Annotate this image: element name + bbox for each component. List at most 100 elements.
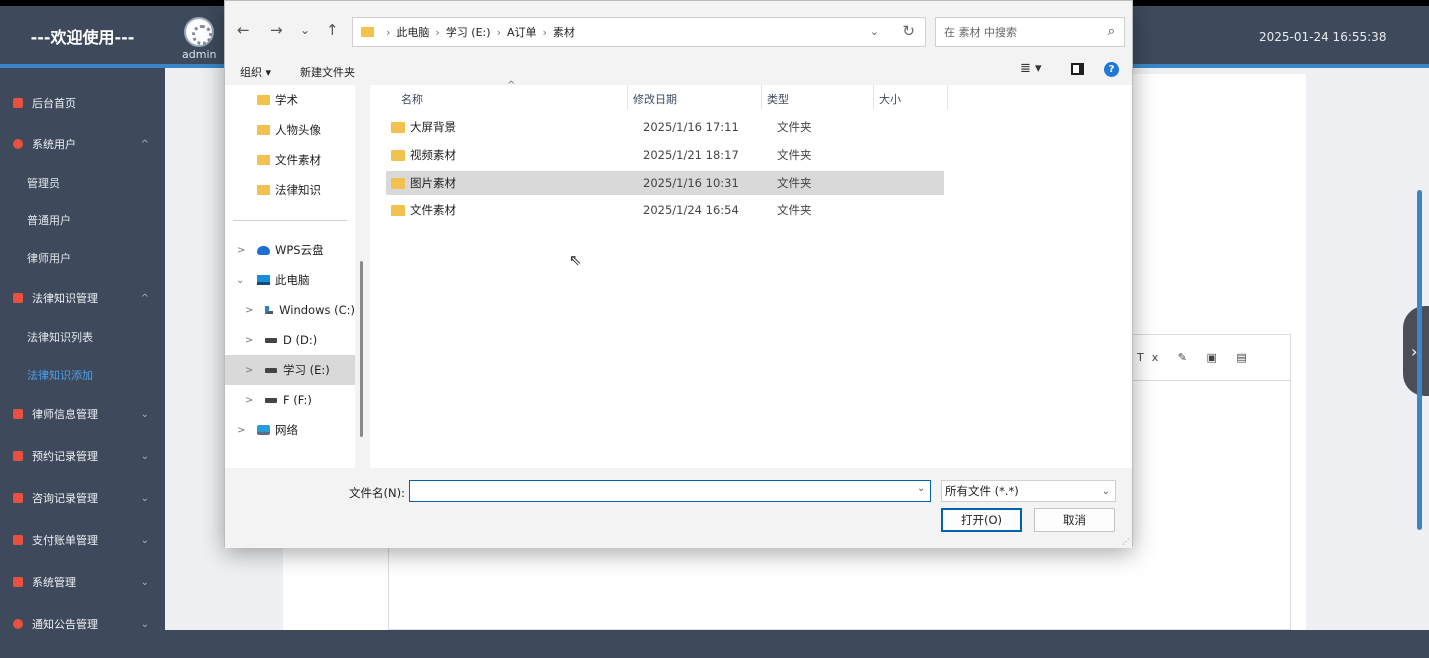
- search-icon[interactable]: ⌕: [1108, 24, 1115, 39]
- nav-item-law-knowledge[interactable]: 法律知识: [225, 177, 355, 203]
- filename-label: 文件名(N):: [349, 486, 405, 500]
- organize-button[interactable]: 组织 ▾: [240, 64, 271, 80]
- sidebar-item-system[interactable]: 系统管理 ⌄: [0, 565, 165, 599]
- column-divider[interactable]: [947, 85, 948, 109]
- column-divider[interactable]: [627, 85, 628, 109]
- chevron-down-icon[interactable]: ⌄: [917, 483, 925, 494]
- preview-pane-icon[interactable]: [1071, 63, 1084, 75]
- page-scrollbar[interactable]: [1417, 190, 1422, 530]
- expand-arrow-icon[interactable]: >: [245, 335, 253, 346]
- expand-arrow-icon[interactable]: >: [237, 245, 245, 256]
- bar-chart-icon: [13, 577, 23, 587]
- sidebar-item-label: 系统管理: [32, 576, 76, 589]
- forward-button[interactable]: →: [270, 21, 283, 39]
- chevron-down-icon[interactable]: ⌄: [870, 25, 879, 38]
- file-row[interactable]: 大屏背景 2025/1/16 17:11 文件夹: [386, 115, 944, 139]
- back-button[interactable]: ←: [237, 21, 250, 39]
- breadcrumb-drive-e[interactable]: 学习 (E:): [446, 24, 491, 40]
- collapse-arrow-icon[interactable]: ⌄: [236, 275, 244, 286]
- sidebar-item-normal-users[interactable]: 普通用户: [0, 203, 165, 237]
- sidebar-item-appointments[interactable]: 预约记录管理 ⌄: [0, 439, 165, 473]
- nav-item-academic[interactable]: 学术: [225, 87, 355, 113]
- nav-item-wps-cloud[interactable]: > WPS云盘: [225, 237, 355, 263]
- sidebar-item-system-users[interactable]: 系统用户 ^: [0, 127, 165, 161]
- side-expand-tab[interactable]: ›: [1403, 306, 1429, 396]
- breadcrumb-separator: ›: [542, 25, 547, 39]
- nav-item-label: 学术: [275, 93, 298, 107]
- file-type: 文件夹: [777, 148, 812, 162]
- column-header-type[interactable]: 类型: [767, 91, 789, 107]
- column-divider[interactable]: [873, 85, 874, 109]
- view-options-button[interactable]: ≣ ▾: [1020, 61, 1042, 76]
- recent-locations-button[interactable]: ⌄: [300, 23, 310, 37]
- sidebar-item-admins[interactable]: 管理员: [0, 166, 165, 200]
- avatar[interactable]: [184, 17, 214, 47]
- nav-item-drive-d[interactable]: > D (D:): [225, 327, 355, 353]
- sidebar-item-lawyer-info[interactable]: 律师信息管理 ⌄: [0, 397, 165, 431]
- nav-item-label: D (D:): [283, 333, 318, 347]
- expand-arrow-icon[interactable]: >: [245, 365, 253, 376]
- nav-pane-scrollbar[interactable]: [360, 261, 363, 437]
- bottom-strip: [0, 630, 1429, 658]
- file-open-dialog: ← → ⌄ ↑ › 此电脑 › 学习 (E:) › A订单 › 素材 ⌄ ↻ 在…: [224, 0, 1133, 548]
- nav-item-network[interactable]: > 网络: [225, 417, 355, 443]
- cancel-button[interactable]: 取消: [1034, 508, 1115, 532]
- file-type: 文件夹: [777, 203, 812, 217]
- address-bar[interactable]: › 此电脑 › 学习 (E:) › A订单 › 素材 ⌄ ↻: [352, 17, 926, 47]
- chart-icon: [13, 451, 23, 461]
- folder-icon: [257, 95, 270, 105]
- nav-item-drive-c[interactable]: > Windows (C:): [225, 297, 355, 323]
- column-header-name[interactable]: 名称: [401, 91, 423, 107]
- filename-input[interactable]: [409, 480, 931, 502]
- breadcrumb-orders[interactable]: A订单: [507, 24, 537, 40]
- sidebar-item-label: 普通用户: [27, 214, 71, 227]
- open-button[interactable]: 打开(O): [941, 508, 1022, 532]
- nav-item-file-materials[interactable]: 文件素材: [225, 147, 355, 173]
- up-button[interactable]: ↑: [326, 21, 339, 39]
- expand-arrow-icon[interactable]: >: [237, 425, 245, 436]
- help-icon[interactable]: ?: [1104, 62, 1119, 77]
- refresh-icon[interactable]: ↻: [902, 22, 915, 40]
- folder-icon: [257, 185, 270, 195]
- nav-item-this-pc[interactable]: ⌄ 此电脑: [225, 267, 355, 293]
- chevron-down-icon: ⌄: [140, 576, 149, 588]
- sidebar-item-label: 法律知识管理: [32, 292, 98, 305]
- breadcrumb-this-pc[interactable]: 此电脑: [396, 24, 429, 40]
- folder-icon: [391, 177, 405, 189]
- sidebar-item-payments[interactable]: 支付账单管理 ⌄: [0, 523, 165, 557]
- sidebar-item-label: 支付账单管理: [32, 534, 98, 547]
- sidebar-item-home[interactable]: 后台首页: [0, 86, 165, 120]
- sidebar-item-law-knowledge[interactable]: 法律知识管理 ^: [0, 281, 165, 315]
- chevron-down-icon: ⌄: [140, 618, 149, 630]
- dialog-toolbar: 组织 ▾ 新建文件夹 ≣ ▾ ?: [225, 59, 1132, 83]
- mouse-cursor-icon: ⇖: [569, 251, 582, 269]
- sidebar-item-law-knowledge-add[interactable]: 法律知识添加: [0, 358, 165, 392]
- nav-item-label: 法律知识: [275, 183, 321, 197]
- column-header-size[interactable]: 大小: [879, 91, 901, 107]
- nav-item-avatars[interactable]: 人物头像: [225, 117, 355, 143]
- sidebar-item-consultations[interactable]: 咨询记录管理 ⌄: [0, 481, 165, 515]
- column-header-date[interactable]: 修改日期: [633, 91, 677, 107]
- nav-item-label: 学习 (E:): [283, 363, 330, 377]
- sidebar-item-law-knowledge-list[interactable]: 法律知识列表: [0, 320, 165, 354]
- file-row[interactable]: 图片素材 2025/1/16 10:31 文件夹: [386, 171, 944, 195]
- file-row[interactable]: 视频素材 2025/1/21 18:17 文件夹: [386, 143, 944, 167]
- new-folder-button[interactable]: 新建文件夹: [300, 64, 355, 80]
- editor-toolbar-icons[interactable]: Tx ✎ ▣ ▤: [1137, 351, 1255, 364]
- search-placeholder: 在 素材 中搜索: [944, 26, 1017, 39]
- folder-icon: [391, 121, 405, 133]
- network-icon: [257, 425, 270, 435]
- breadcrumb-materials[interactable]: 素材: [553, 24, 575, 40]
- file-type-select[interactable]: 所有文件 (*.*) ⌄: [941, 480, 1116, 502]
- sidebar-item-lawyer-users[interactable]: 律师用户: [0, 241, 165, 275]
- expand-arrow-icon[interactable]: >: [245, 305, 253, 316]
- search-input[interactable]: 在 素材 中搜索 ⌕: [935, 17, 1125, 47]
- expand-arrow-icon[interactable]: >: [245, 395, 253, 406]
- column-divider[interactable]: [761, 85, 762, 109]
- nav-item-drive-e[interactable]: > 学习 (E:): [225, 355, 355, 385]
- nav-item-drive-f[interactable]: > F (F:): [225, 387, 355, 413]
- file-row[interactable]: 文件素材 2025/1/24 16:54 文件夹: [386, 198, 944, 222]
- resize-grip-icon[interactable]: ⋰: [1122, 537, 1130, 546]
- admin-name[interactable]: admin: [182, 48, 216, 61]
- file-type: 文件夹: [777, 120, 812, 134]
